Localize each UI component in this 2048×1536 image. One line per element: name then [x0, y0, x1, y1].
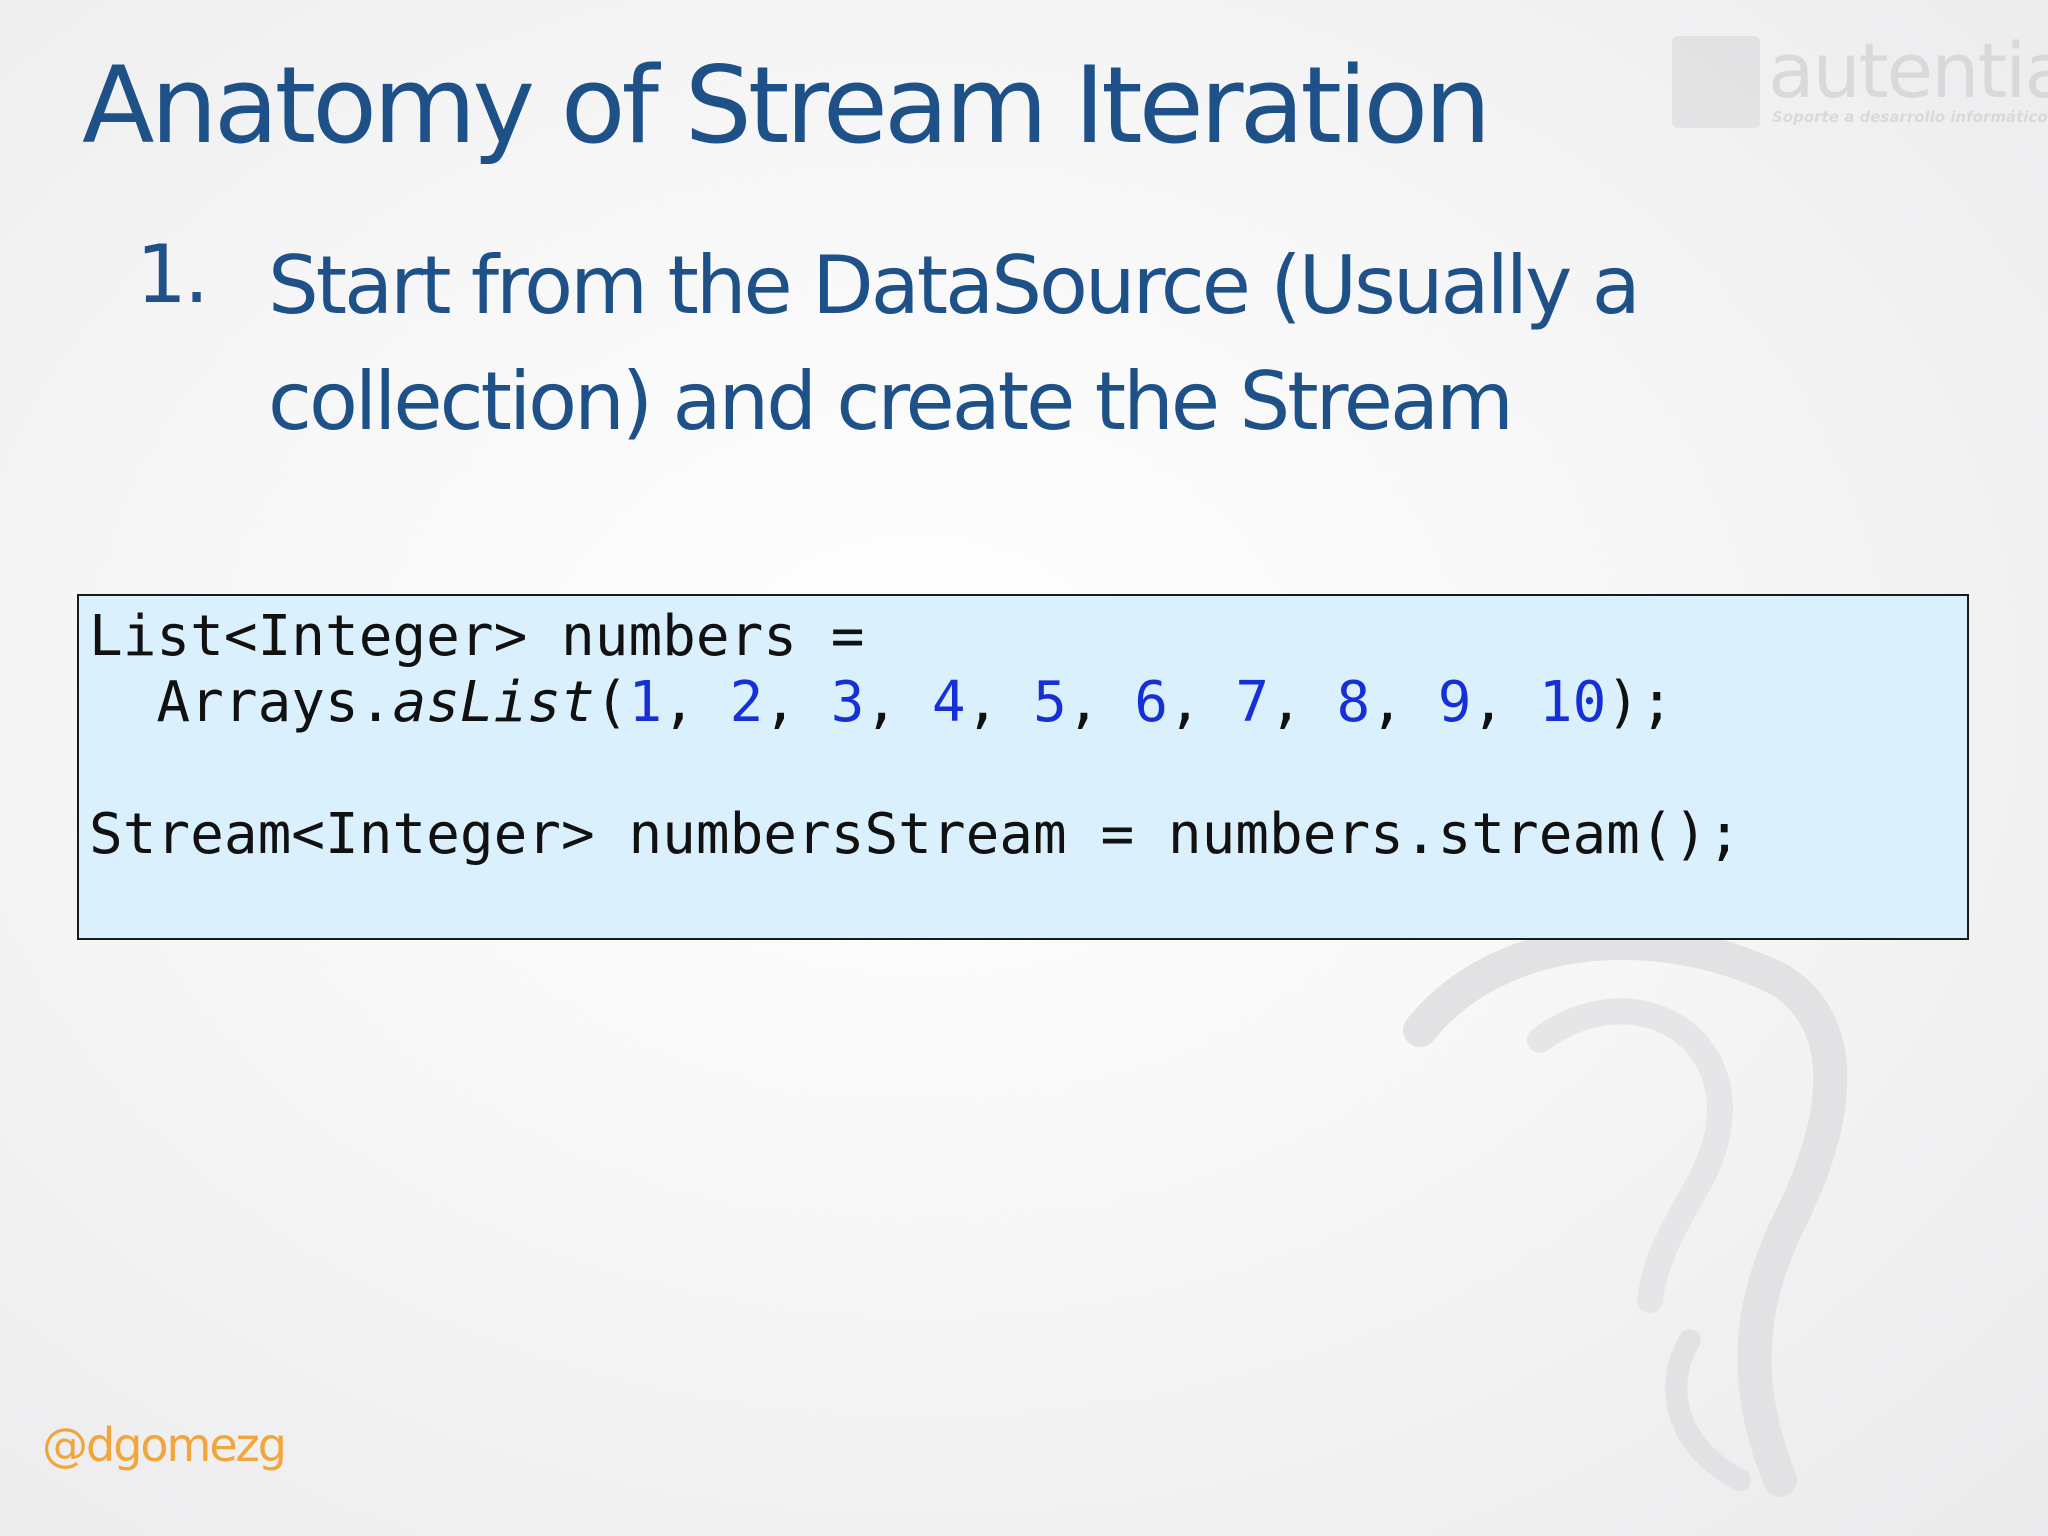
- code-separator: ,: [864, 670, 932, 735]
- code-separator: ,: [1471, 670, 1539, 735]
- code-separator: ,: [763, 670, 831, 735]
- code-block: List<Integer> numbers = Arrays.asList(1,…: [77, 594, 1969, 940]
- slide-title: Anatomy of Stream Iteration: [82, 44, 1491, 167]
- code-separator: ,: [1269, 670, 1337, 735]
- code-open-paren: (: [594, 670, 629, 735]
- logo-wordmark: autentia: [1768, 26, 2048, 115]
- code-number-literal: 4: [931, 670, 966, 735]
- code-number-list: 1, 2, 3, 4, 5, 6, 7, 8, 9, 10: [628, 670, 1606, 735]
- code-number-literal: 1: [628, 670, 663, 735]
- slide: autentia Soporte a desarrollo informátic…: [0, 0, 2048, 1536]
- code-separator: ,: [1066, 670, 1135, 735]
- code-number-literal: 2: [729, 670, 764, 735]
- code-line-4: Stream<Integer> numbersStream = numbers.…: [89, 802, 1742, 867]
- code-prefix: Arrays.: [89, 670, 393, 735]
- code-separator: ,: [1370, 670, 1438, 735]
- code-line-2: Arrays.asList(1, 2, 3, 4, 5, 6, 7, 8, 9,…: [89, 670, 1674, 735]
- code-number-literal: 6: [1134, 670, 1168, 735]
- code-method: asList: [392, 670, 595, 735]
- code-separator: ,: [1167, 670, 1236, 735]
- logo-tagline: Soporte a desarrollo informático: [1772, 108, 2048, 126]
- autentia-logo-icon: [1672, 36, 1760, 128]
- code-separator: ,: [662, 670, 730, 735]
- twitter-handle: @dgomezg: [42, 1418, 287, 1472]
- code-line-1: List<Integer> numbers =: [89, 604, 865, 669]
- code-close: );: [1606, 670, 1674, 735]
- dolphin-watermark-icon: [1403, 926, 1848, 1497]
- code-number-literal: 8: [1336, 670, 1371, 735]
- code-separator: ,: [965, 670, 1034, 735]
- code-number-literal: 9: [1437, 670, 1472, 735]
- code-number-literal: 3: [830, 670, 865, 735]
- step-number: 1.: [136, 228, 209, 321]
- code-number-literal: 5: [1033, 670, 1067, 735]
- code-number-literal: 7: [1235, 670, 1270, 735]
- step-text: Start from the DataSource (Usually a col…: [268, 239, 1641, 448]
- code-number-literal: 10: [1538, 670, 1607, 735]
- autentia-logo: autentia Soporte a desarrollo informátic…: [1672, 26, 2048, 130]
- code-listing: List<Integer> numbers = Arrays.asList(1,…: [89, 604, 1741, 868]
